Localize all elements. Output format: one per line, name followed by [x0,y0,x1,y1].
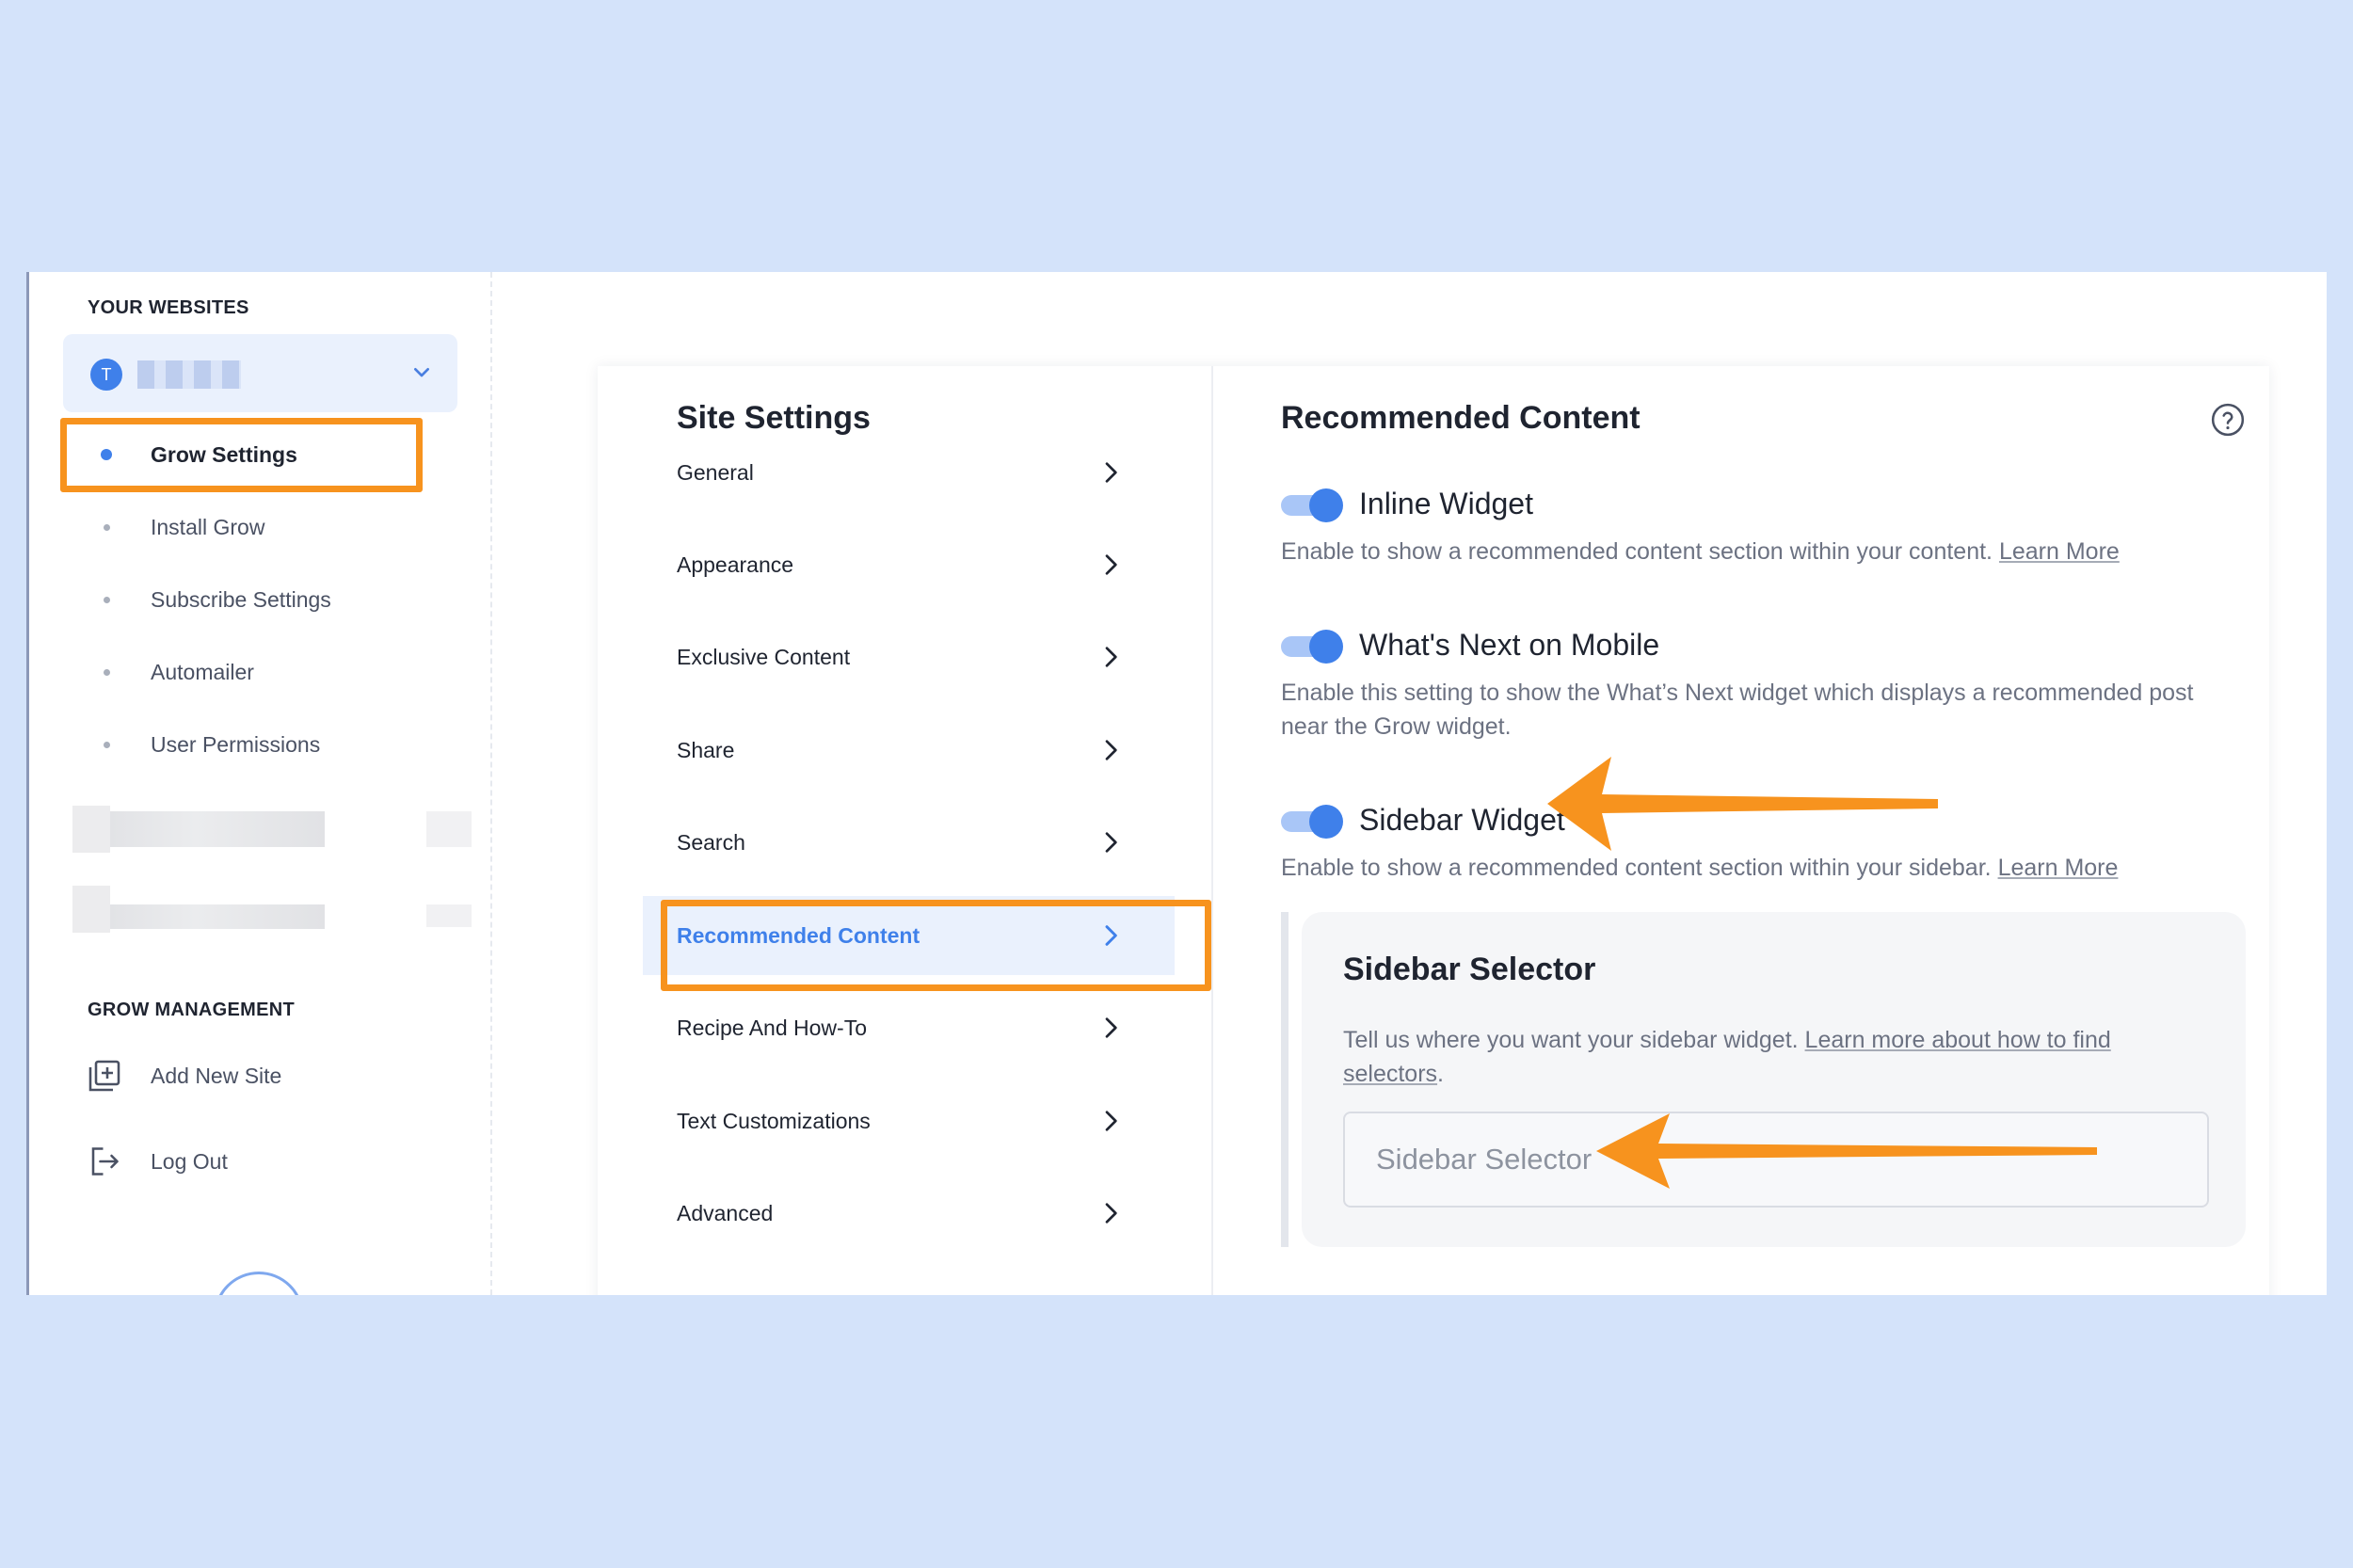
settings-card: Site Settings General Appearance Exclusi… [598,366,2269,1295]
chevron-right-icon [1105,647,1117,667]
description-text: Tell us where you want your sidebar widg… [1343,1027,1799,1053]
nav-label: Subscribe Settings [151,587,331,612]
question-circle-icon[interactable] [2210,402,2246,438]
highlight-box [661,900,1211,991]
menu-label: General [677,460,754,485]
menu-item-advanced[interactable]: Advanced [643,1174,1175,1253]
app-window: YOUR WEBSITES T Grow Settings Install Gr… [26,272,2327,1295]
menu-label: Exclusive Content [677,645,851,669]
menu-item-text-customizations[interactable]: Text Customizations [643,1081,1175,1160]
inline-widget-label: Inline Widget [1359,487,1533,520]
toggle-knob [1309,630,1343,664]
your-websites-heading: YOUR WEBSITES [88,297,249,318]
bullet-icon [104,524,110,531]
menu-label: Advanced [677,1201,774,1225]
menu-item-general[interactable]: General [643,433,1175,512]
avatar-ring [214,1272,304,1295]
sidebar-selector-input[interactable] [1343,1112,2209,1208]
chevron-right-icon [1105,1203,1117,1224]
sidebar-selector-panel: Sidebar Selector Tell us where you want … [1302,912,2246,1247]
nav-automailer[interactable]: Automailer [29,644,443,700]
website-selector[interactable]: T [63,334,457,412]
sidebar-widget-learn-more-link[interactable]: Learn More [1998,855,2119,881]
inline-widget-description: Enable to show a recommended content sec… [1281,535,2222,568]
menu-label: Text Customizations [677,1109,871,1133]
menu-label: Appearance [677,552,794,577]
bullet-icon [104,597,110,603]
chevron-down-icon [414,368,429,377]
toggle-knob [1309,488,1343,522]
redacted-row [72,806,472,853]
menu-item-share[interactable]: Share [643,711,1175,790]
redacted-site-name [137,360,241,389]
toggle-knob [1309,805,1343,839]
menu-label: Search [677,830,745,855]
sidebar-selector-description: Tell us where you want your sidebar widg… [1343,1023,2190,1091]
chevron-right-icon [1105,554,1117,575]
description-text: Enable to show a recommended content sec… [1281,855,1992,881]
nav-label: User Permissions [151,732,321,757]
menu-item-search[interactable]: Search [643,803,1175,882]
bullet-icon [104,669,110,676]
log-out-link[interactable]: Log Out [88,1137,276,1184]
grow-management-heading: GROW MANAGEMENT [88,1000,296,1020]
chevron-right-icon [1105,1111,1117,1131]
nav-install-grow[interactable]: Install Grow [29,499,443,555]
menu-label: Share [677,738,735,762]
menu-item-recipe-and-how-to[interactable]: Recipe And How-To [643,988,1175,1067]
menu-label: Recipe And How-To [677,1016,867,1040]
add-site-icon [88,1060,120,1092]
site-avatar: T [90,359,122,391]
description-suffix: . [1437,1061,1444,1087]
whats-next-description: Enable this setting to show the What’s N… [1281,680,2194,740]
site-settings-title: Site Settings [677,400,871,436]
nav-label: Automailer [151,660,254,684]
log-out-label: Log Out [151,1149,228,1174]
nav-user-permissions[interactable]: User Permissions [29,716,443,773]
annotation-arrow-icon [1547,757,1938,851]
add-new-site-label: Add New Site [151,1064,282,1088]
chevron-right-icon [1105,832,1117,853]
chevron-right-icon [1105,462,1117,483]
inline-widget-learn-more-link[interactable]: Learn More [1999,538,2120,565]
whats-next-toggle[interactable] [1281,630,1345,664]
menu-item-appearance[interactable]: Appearance [643,525,1175,604]
whats-next-label: What's Next on Mobile [1359,628,1660,662]
add-new-site-link[interactable]: Add New Site [88,1051,332,1098]
highlight-box [60,418,423,492]
inline-widget-toggle[interactable] [1281,488,1345,522]
sidebar-widget-label: Sidebar Widget [1359,803,1565,837]
sidebar-widget-toggle[interactable] [1281,805,1345,839]
description-text: Enable to show a recommended content sec… [1281,538,1993,565]
bullet-icon [104,742,110,748]
redacted-row [72,886,472,933]
left-sidebar: YOUR WEBSITES T Grow Settings Install Gr… [29,272,492,1295]
site-settings-menu: Site Settings General Appearance Exclusi… [598,366,1213,1295]
logout-icon [91,1147,119,1176]
nav-subscribe-settings[interactable]: Subscribe Settings [29,571,443,628]
chevron-right-icon [1105,740,1117,760]
selector-accent-bar [1281,912,1289,1247]
menu-item-exclusive-content[interactable]: Exclusive Content [643,617,1175,696]
sidebar-widget-description: Enable to show a recommended content sec… [1281,851,2222,885]
recommended-content-title: Recommended Content [1281,400,1641,436]
nav-label: Install Grow [151,515,265,539]
sidebar-selector-title: Sidebar Selector [1343,952,1596,987]
recommended-content-panel: Recommended Content Inline Widget Enable… [1213,366,2269,1295]
chevron-right-icon [1105,1017,1117,1038]
